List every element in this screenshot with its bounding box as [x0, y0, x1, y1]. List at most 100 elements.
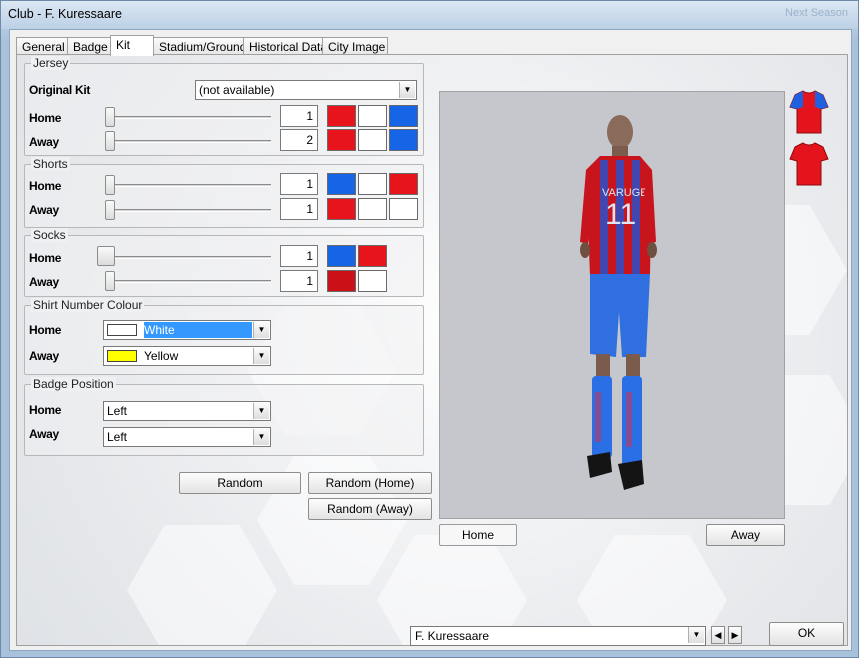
socks-group: Socks Home 1 Away 1 — [24, 228, 424, 297]
shorts-away-number[interactable]: 1 — [280, 198, 318, 220]
random-home-button[interactable]: Random (Home) — [308, 472, 432, 494]
shorts-home-color-1[interactable] — [327, 173, 356, 195]
tab-stadium-ground[interactable]: Stadium/Ground — [153, 37, 246, 55]
badge-position-legend: Badge Position — [31, 377, 116, 391]
badge-position-group: Badge Position Home Left ▼ Away Left ▼ — [24, 377, 424, 456]
random-button[interactable]: Random — [179, 472, 301, 494]
previous-club-icon[interactable]: ◀ — [711, 626, 725, 644]
club-selector-value: F. Kuressaare — [415, 629, 490, 643]
tab-general[interactable]: General — [16, 37, 68, 55]
socks-away-label: Away — [29, 275, 59, 289]
random-away-button[interactable]: Random (Away) — [308, 498, 432, 520]
badge-position-home-dropdown[interactable]: Left ▼ — [103, 401, 271, 421]
shorts-home-color-2[interactable] — [358, 173, 387, 195]
tab-kit[interactable]: Kit — [110, 35, 154, 56]
kit-tab-panel: Jersey Original Kit (not available) ▼ Ho… — [16, 54, 848, 646]
badge-position-home-value: Left — [107, 404, 128, 418]
jersey-legend: Jersey — [31, 56, 71, 70]
jersey-home-slider-thumb[interactable] — [105, 107, 115, 127]
shorts-away-slider-track[interactable] — [105, 209, 271, 212]
jersey-away-slider-thumb[interactable] — [105, 131, 115, 151]
tab-badge[interactable]: Badge — [67, 37, 111, 55]
away-kit-shirt-icon[interactable] — [789, 141, 829, 187]
shorts-away-color-2[interactable] — [358, 198, 387, 220]
socks-legend: Socks — [31, 228, 68, 242]
jersey-away-color-1[interactable] — [327, 129, 356, 151]
socks-home-slider-track[interactable] — [97, 256, 271, 259]
badge-position-away-value: Left — [107, 430, 128, 444]
shirt-number-home-dropdown[interactable]: White ▼ — [103, 320, 271, 340]
kit-preview: VARUGE 11 — [439, 91, 785, 519]
chevron-down-icon[interactable]: ▼ — [688, 627, 704, 643]
tab-historical-data[interactable]: Historical Data — [243, 37, 327, 55]
ok-button[interactable]: OK — [769, 622, 844, 646]
preview-home-button[interactable]: Home — [439, 524, 517, 546]
shirt-number-colour-legend: Shirt Number Colour — [31, 298, 145, 312]
shorts-home-slider-track[interactable] — [105, 184, 271, 187]
socks-home-slider-thumb[interactable] — [97, 246, 115, 266]
jersey-away-number[interactable]: 2 — [280, 129, 318, 151]
original-kit-label: Original Kit — [29, 83, 91, 97]
badge-position-home-label: Home — [29, 403, 62, 417]
shirt-number-home-label: Home — [29, 323, 62, 337]
title-bar: Club - F. Kuressaare Next Season — [1, 1, 858, 29]
tab-city-image[interactable]: City Image — [322, 37, 388, 55]
club-selector-arrow-wrap: ▼ — [687, 626, 705, 646]
jersey-home-color-2[interactable] — [358, 105, 387, 127]
player-left-boot — [587, 452, 612, 478]
jersey-away-color-3[interactable] — [389, 129, 418, 151]
dialog-client-area: General Badge Kit Stadium/Ground Histori… — [9, 29, 852, 651]
jersey-home-color-1[interactable] — [327, 105, 356, 127]
shirt-number-text: 11 — [605, 198, 636, 231]
badge-position-away-dropdown[interactable]: Left ▼ — [103, 427, 271, 447]
player-head — [607, 115, 633, 149]
socks-away-number[interactable]: 1 — [280, 270, 318, 292]
shorts-away-slider-thumb[interactable] — [105, 200, 115, 220]
jersey-home-color-3[interactable] — [389, 105, 418, 127]
home-kit-shirt-icon[interactable] — [789, 89, 829, 135]
next-club-icon[interactable]: ▶ — [728, 626, 742, 644]
shirt-number-away-label: Away — [29, 349, 59, 363]
shirt-number-away-value: Yellow — [144, 349, 179, 363]
socks-away-slider-thumb[interactable] — [105, 271, 115, 291]
jersey-home-label: Home — [29, 111, 62, 125]
socks-away-slider-track[interactable] — [105, 280, 271, 283]
blurred-background-text: Next Season — [785, 7, 848, 19]
shorts-group: Shorts Home 1 Away 1 — [24, 157, 424, 228]
shorts-away-label: Away — [29, 203, 59, 217]
jersey-home-number[interactable]: 1 — [280, 105, 318, 127]
socks-home-color-2[interactable] — [358, 245, 387, 267]
socks-away-color-2[interactable] — [358, 270, 387, 292]
jersey-away-color-2[interactable] — [358, 129, 387, 151]
shirt-number-home-value: White — [144, 322, 252, 338]
shorts-legend: Shorts — [31, 157, 70, 171]
shorts-home-slider-thumb[interactable] — [105, 175, 115, 195]
shorts-away-color-1[interactable] — [327, 198, 356, 220]
original-kit-value: (not available) — [199, 83, 275, 97]
jersey-away-slider-track[interactable] — [105, 140, 271, 143]
socks-away-color-1[interactable] — [327, 270, 356, 292]
player-figure: VARUGE 11 — [580, 115, 657, 490]
shorts-away-color-3[interactable] — [389, 198, 418, 220]
shorts-home-color-3[interactable] — [389, 173, 418, 195]
original-kit-dropdown[interactable]: (not available) ▼ — [195, 80, 417, 100]
shirt-number-away-color-chip — [107, 350, 137, 362]
jersey-away-label: Away — [29, 135, 59, 149]
chevron-down-icon[interactable]: ▼ — [253, 322, 269, 338]
player-shorts — [590, 274, 650, 357]
chevron-down-icon[interactable]: ▼ — [253, 429, 269, 445]
player-right-boot — [618, 460, 644, 490]
socks-home-color-1[interactable] — [327, 245, 356, 267]
badge-position-away-label: Away — [29, 427, 59, 441]
shirt-number-away-dropdown[interactable]: Yellow ▼ — [103, 346, 271, 366]
club-selector-dropdown[interactable]: F. Kuressaare ▼ — [410, 626, 706, 646]
chevron-down-icon[interactable]: ▼ — [253, 348, 269, 364]
shorts-home-number[interactable]: 1 — [280, 173, 318, 195]
chevron-down-icon[interactable]: ▼ — [253, 403, 269, 419]
club-window: Club - F. Kuressaare Next Season General… — [0, 0, 859, 658]
chevron-down-icon[interactable]: ▼ — [399, 82, 415, 98]
jersey-home-slider-track[interactable] — [105, 116, 271, 119]
preview-away-button[interactable]: Away — [706, 524, 785, 546]
socks-home-number[interactable]: 1 — [280, 245, 318, 267]
background-hexagon — [127, 525, 277, 645]
